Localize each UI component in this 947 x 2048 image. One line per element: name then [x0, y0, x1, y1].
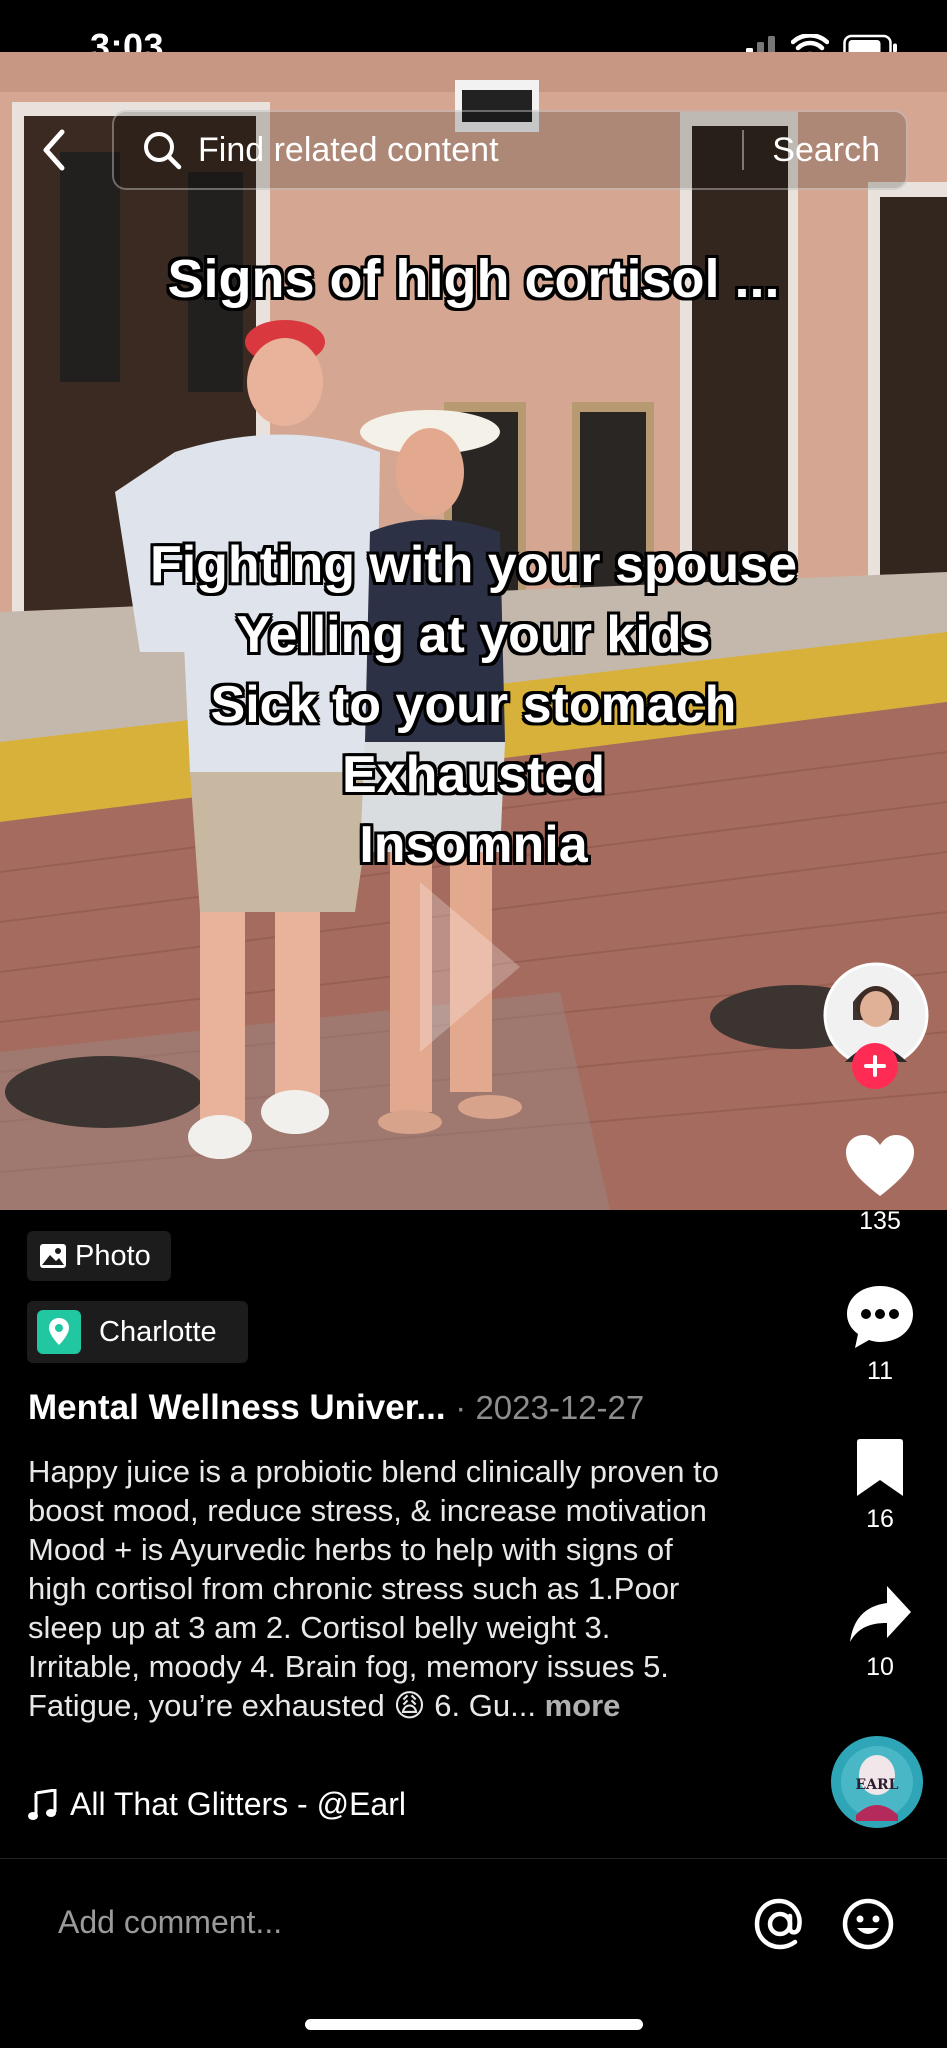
save-button[interactable]: 16 — [820, 1438, 940, 1534]
post-date: · 2023-12-27 — [455, 1389, 645, 1426]
location-pin-icon — [37, 1310, 81, 1354]
search-bar[interactable]: Find related content Search — [112, 110, 908, 190]
search-input[interactable]: Find related content — [198, 131, 742, 170]
author-line: Mental Wellness Univer... · 2023-12-27 — [28, 1388, 644, 1428]
emoji-icon — [842, 1898, 894, 1950]
like-count: 135 — [859, 1207, 901, 1235]
svg-text:EARL: EARL — [855, 1777, 898, 1793]
music-disc-icon: EARL — [831, 1736, 923, 1828]
back-button[interactable] — [30, 122, 80, 178]
post-photo[interactable]: Signs of high cortisol ... Fighting with… — [0, 52, 947, 1210]
overlay-line-2: Yelling at your kids — [236, 606, 711, 664]
overlay-title: Signs of high cortisol ... — [167, 249, 780, 309]
heart-icon — [846, 1135, 914, 1196]
music-note-icon — [28, 1788, 57, 1820]
post-caption[interactable]: Happy juice is a probiotic blend clinica… — [28, 1452, 728, 1725]
bookmark-icon — [857, 1439, 903, 1496]
comment-icon — [847, 1286, 913, 1348]
author-name[interactable]: Mental Wellness Univer... — [28, 1388, 446, 1427]
share-button[interactable]: 10 — [820, 1584, 940, 1682]
overlay-line-5: Insomnia — [359, 816, 588, 874]
search-button[interactable]: Search — [744, 131, 906, 170]
overlay-line-3: Sick to your stomach — [210, 676, 737, 734]
home-indicator — [305, 2019, 643, 2030]
plus-icon — [864, 1055, 886, 1077]
at-icon — [754, 1898, 802, 1950]
comment-button[interactable]: 11 — [820, 1284, 940, 1386]
emoji-button[interactable] — [840, 1896, 896, 1952]
overlay-line-4: Exhausted — [342, 746, 605, 804]
follow-button[interactable] — [852, 1043, 898, 1089]
image-icon — [40, 1244, 66, 1268]
share-count: 10 — [866, 1653, 894, 1681]
like-button[interactable]: 135 — [820, 1134, 940, 1236]
search-icon — [144, 132, 182, 170]
save-count: 16 — [866, 1505, 894, 1533]
caption-text: Happy juice is a probiotic blend clinica… — [28, 1454, 719, 1723]
music-disc[interactable]: EARL — [830, 1735, 924, 1829]
share-icon — [850, 1586, 911, 1642]
music-title: All That Glitters - @Earl — [70, 1786, 406, 1822]
more-link[interactable]: more — [545, 1688, 621, 1723]
photo-badge: Photo — [27, 1231, 171, 1281]
photo-badge-label: Photo — [75, 1239, 151, 1272]
location-badge[interactable]: Charlotte — [27, 1301, 248, 1363]
location-label: Charlotte — [99, 1315, 217, 1348]
chevron-left-icon — [43, 129, 65, 171]
comment-count: 11 — [867, 1357, 893, 1385]
mention-button[interactable] — [752, 1896, 808, 1952]
overlay-line-1: Fighting with your spouse — [149, 536, 798, 594]
music-info[interactable]: All That Glitters - @Earl — [28, 1786, 406, 1823]
comment-input[interactable]: Add comment... — [58, 1904, 282, 1941]
